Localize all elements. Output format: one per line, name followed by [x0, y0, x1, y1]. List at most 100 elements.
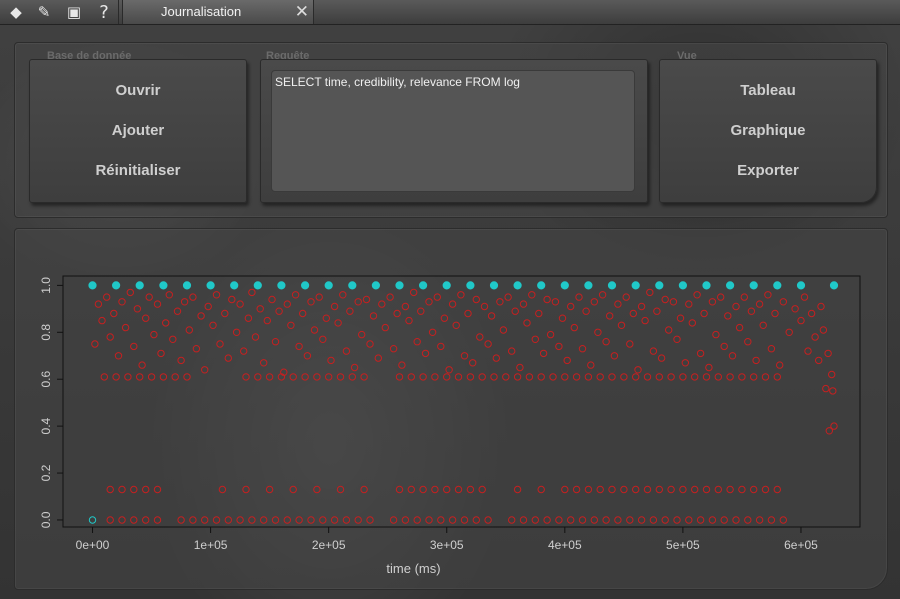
credibility-point	[452, 321, 460, 330]
credibility-point	[287, 321, 295, 330]
relevance-point	[88, 281, 97, 290]
y-tick-label: 0.8	[39, 324, 53, 341]
credibility-point	[490, 373, 498, 381]
open-database-button[interactable]: Ouvrir	[30, 82, 246, 99]
credibility-point	[531, 516, 539, 524]
relevance-point	[112, 281, 121, 290]
credibility-point	[634, 366, 642, 374]
query-input[interactable]: SELECT time, credibility, relevance FROM…	[271, 70, 635, 192]
credibility-point	[472, 295, 480, 304]
credibility-point	[313, 373, 321, 381]
credibility-point	[620, 373, 628, 381]
credibility-point	[339, 291, 347, 299]
relevance-point	[678, 281, 688, 290]
credibility-point	[322, 314, 330, 322]
relevance-point	[631, 281, 640, 290]
credibility-point	[688, 319, 696, 327]
credibility-point	[797, 316, 805, 325]
credibility-point	[657, 354, 666, 362]
credibility-point	[661, 295, 669, 304]
credibility-point	[425, 516, 433, 524]
chart-view-button[interactable]: Graphique	[660, 122, 876, 139]
relevance-point	[442, 281, 451, 290]
credibility-point	[629, 309, 637, 318]
credibility-point	[696, 516, 705, 524]
credibility-point	[336, 485, 345, 494]
add-database-button[interactable]: Ajouter	[30, 122, 246, 139]
plot-panel: 0e+00 1e+05 2e+05 3e+05 4e+05 5e+05 6e+05 0.0 0.…	[14, 228, 888, 590]
new-icon[interactable]: ◆	[2, 0, 30, 24]
credibility-point	[693, 291, 701, 299]
credibility-point	[661, 516, 669, 524]
credibility-point	[744, 516, 752, 524]
table-view-button[interactable]: Tableau	[660, 82, 876, 99]
close-icon[interactable]: ✕	[295, 2, 309, 22]
credibility-point	[265, 485, 274, 494]
credibility-point	[594, 328, 602, 337]
y-tick-label: 1.0	[39, 277, 53, 294]
credibility-point	[563, 356, 571, 365]
credibility-point	[561, 373, 569, 381]
credibility-point	[738, 373, 746, 381]
credibility-point	[776, 361, 784, 369]
credibility-point	[567, 516, 575, 524]
toolbar: ◆ ✎ ▣ ? Journalisation ✕	[0, 0, 900, 25]
credibility-point	[358, 330, 366, 339]
credibility-point	[469, 359, 477, 367]
credibility-point	[433, 293, 441, 301]
credibility-point	[620, 485, 628, 494]
relevance-point	[584, 281, 593, 290]
credibility-point	[212, 516, 221, 524]
credibility-point	[389, 345, 398, 353]
credibility-point	[773, 485, 781, 494]
credibility-point	[118, 485, 126, 494]
credibility-point	[428, 328, 437, 337]
export-button[interactable]: Exporter	[660, 162, 876, 179]
relevance-point	[371, 281, 380, 290]
reset-database-button[interactable]: Réinitialiser	[30, 162, 246, 179]
credibility-point	[106, 485, 114, 494]
credibility-point	[543, 516, 551, 524]
credibility-point	[354, 298, 362, 306]
credibility-point	[327, 356, 335, 365]
credibility-point	[464, 309, 472, 318]
tab-journalisation[interactable]: Journalisation ✕	[122, 0, 314, 24]
credibility-point	[431, 373, 439, 381]
credibility-point	[655, 373, 663, 381]
credibility-point	[637, 516, 646, 524]
credibility-point	[496, 298, 504, 306]
credibility-point	[454, 373, 463, 381]
credibility-point	[499, 326, 508, 334]
credibility-point	[448, 516, 457, 524]
credibility-point	[336, 373, 345, 381]
credibility-point	[511, 307, 519, 315]
credibility-point	[610, 352, 619, 360]
open-folder-icon[interactable]: ✎	[30, 0, 58, 24]
credibility-point	[702, 485, 711, 494]
credibility-point	[829, 387, 837, 395]
credibility-point	[726, 485, 734, 494]
credibility-point	[516, 363, 524, 372]
credibility-point	[248, 516, 256, 524]
credibility-point	[747, 307, 756, 315]
x-axis-label: time (ms)	[386, 561, 440, 576]
credibility-point	[487, 312, 496, 320]
credibility-point	[622, 293, 630, 301]
credibility-point	[413, 338, 421, 346]
credibility-point	[537, 485, 545, 494]
credibility-point	[173, 307, 182, 315]
credibility-point	[767, 345, 776, 353]
credibility-point	[535, 309, 543, 318]
relevance-point	[159, 281, 168, 290]
credibility-point	[587, 361, 595, 369]
credibility-point	[561, 485, 569, 494]
credibility-point	[130, 342, 138, 351]
credibility-point	[791, 305, 799, 313]
save-icon[interactable]: ▣	[60, 0, 88, 24]
credibility-point	[691, 485, 699, 494]
credibility-point	[828, 370, 836, 379]
credibility-point	[425, 298, 433, 306]
help-icon[interactable]: ?	[90, 0, 119, 24]
credibility-point	[667, 373, 675, 381]
credibility-point	[523, 319, 531, 327]
